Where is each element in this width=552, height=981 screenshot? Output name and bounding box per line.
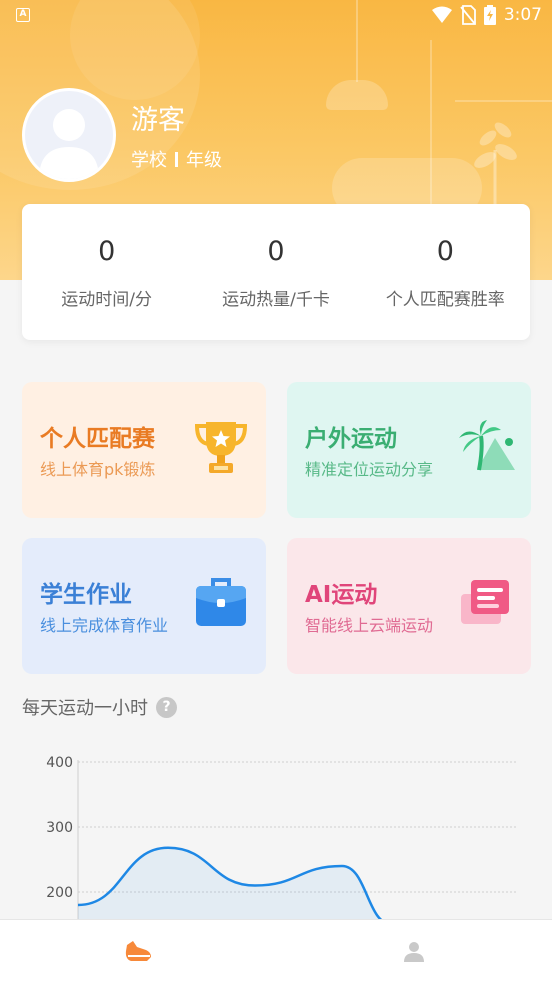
stat-exercise-time: 0 运动时间/分	[22, 204, 191, 340]
stat-label: 运动热量/千卡	[222, 290, 330, 310]
status-time: 3:07	[503, 5, 542, 25]
decor-plant	[474, 122, 517, 210]
battery-charging-icon	[483, 5, 496, 25]
section-title-text: 每天运动一小时	[22, 698, 148, 719]
briefcase-icon	[196, 578, 246, 626]
exercise-line-chart: 400 300 200	[46, 755, 516, 920]
grade-label: 年级	[186, 150, 222, 171]
stat-value: 0	[436, 236, 454, 267]
ai-cards-icon	[461, 580, 509, 624]
feature-title: 户外运动	[305, 426, 397, 452]
avatar[interactable]	[22, 88, 116, 182]
default-avatar-icon	[39, 109, 99, 179]
section-title: 每天运动一小时 ?	[22, 694, 177, 720]
decor-lamp	[326, 80, 388, 110]
divider	[175, 151, 178, 167]
feature-subtitle: 线上体育pk锻炼	[40, 460, 156, 479]
stat-value: 0	[267, 236, 285, 267]
stat-label: 个人匹配赛胜率	[385, 290, 505, 310]
notification-a-icon: A	[16, 8, 30, 22]
school-label: 学校	[131, 150, 167, 171]
feature-ai-exercise[interactable]: AI运动 智能线上云端运动	[287, 538, 531, 674]
y-tick-label: 200	[46, 885, 73, 901]
status-bar: A 3:07	[0, 0, 552, 32]
stats-card: 0 运动时间/分 0 运动热量/千卡 0 个人匹配赛胜率	[22, 204, 530, 340]
username[interactable]: 游客	[131, 98, 185, 137]
feature-subtitle: 线上完成体育作业	[40, 616, 169, 635]
nav-tab-profile[interactable]	[394, 934, 434, 968]
feature-title: 学生作业	[40, 582, 132, 608]
person-icon	[404, 942, 424, 962]
nav-tab-exercise[interactable]	[118, 934, 158, 968]
stat-value: 0	[98, 236, 116, 267]
y-tick-label: 400	[46, 755, 73, 771]
y-tick-label: 300	[46, 820, 73, 836]
help-icon[interactable]: ?	[156, 696, 177, 718]
stat-calories: 0 运动热量/千卡	[191, 204, 360, 340]
school-grade-line: 学校 年级	[131, 146, 222, 172]
series-area	[78, 847, 392, 920]
wifi-icon	[431, 6, 452, 23]
stat-match-win-rate: 0 个人匹配赛胜率	[361, 204, 530, 340]
stat-label: 运动时间/分	[61, 290, 153, 310]
trophy-icon	[194, 422, 248, 473]
feature-outdoor-exercise[interactable]: 户外运动 精准定位运动分享	[287, 382, 531, 518]
feature-subtitle: 智能线上云端运动	[305, 616, 434, 635]
no-sim-icon	[460, 5, 476, 25]
decor-window-frame	[455, 100, 552, 102]
feature-personal-match[interactable]: 个人匹配赛 线上体育pk锻炼	[22, 382, 266, 518]
feature-title: AI运动	[305, 582, 378, 608]
feature-title: 个人匹配赛	[40, 426, 155, 452]
palm-tree-icon	[459, 420, 515, 471]
sneaker-icon	[125, 941, 151, 961]
feature-student-homework[interactable]: 学生作业 线上完成体育作业	[22, 538, 266, 674]
feature-subtitle: 精准定位运动分享	[305, 460, 434, 479]
bottom-nav	[0, 919, 552, 981]
